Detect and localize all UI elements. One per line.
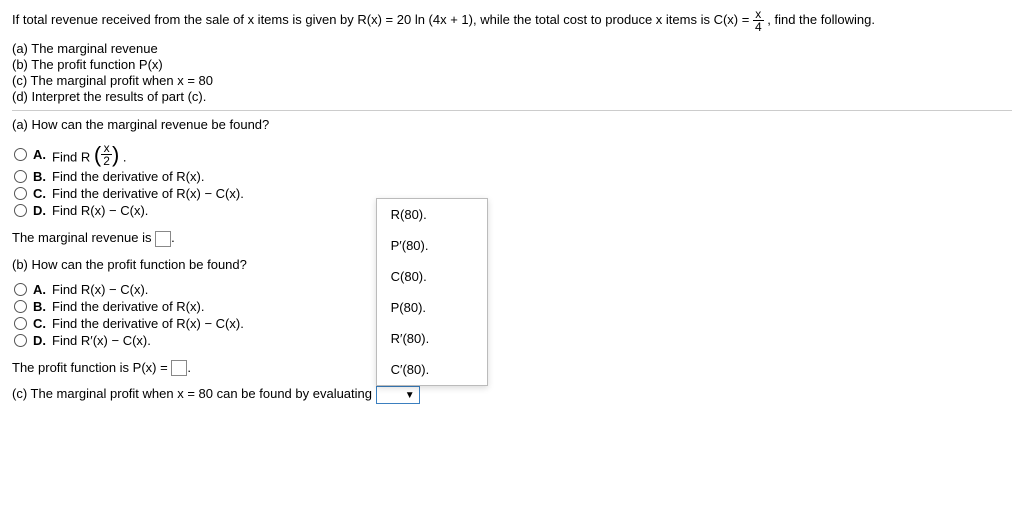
answer-b: The profit function is P(x) = . [12,360,432,377]
part-b: (b) The profit function P(x) [12,57,1012,72]
dropdown-item[interactable]: R′(80). [377,323,487,354]
option-label: B. [33,169,46,184]
option-a-A[interactable]: A. Find R ( x2 ) . [14,142,1012,167]
option-b-B[interactable]: B. Find the derivative of R(x). [14,299,432,314]
option-a-D[interactable]: D. Find R(x) − C(x). [14,203,1012,218]
cost-fraction: x 4 [753,8,764,33]
option-b-D[interactable]: D. Find R′(x) − C(x). [14,333,432,348]
radio-icon [14,317,27,330]
option-text: Find the derivative of R(x) − C(x). [52,316,244,331]
part-list: (a) The marginal revenue (b) The profit … [12,41,1012,104]
option-text: Find R(x) − C(x). [52,203,148,218]
question-a-options: A. Find R ( x2 ) . B. Find the derivativ… [14,142,1012,218]
option-text: Find the derivative of R(x). [52,299,204,314]
option-a-C[interactable]: C. Find the derivative of R(x) − C(x). [14,186,1012,201]
part-c: (c) The marginal profit when x = 80 [12,73,1012,88]
option-label: A. [33,282,46,297]
dropdown-select[interactable]: ▼ [376,386,420,404]
question-c-prompt: (c) The marginal profit when x = 80 can … [12,386,432,404]
chevron-down-icon: ▼ [405,390,415,401]
option-label: D. [33,203,46,218]
option-text: Find the derivative of R(x). [52,169,204,184]
question-a-prompt: (a) How can the marginal revenue be foun… [12,117,1012,132]
option-label: B. [33,299,46,314]
answer-input[interactable] [171,360,187,376]
dropdown-list: R(80). P′(80). C(80). P(80). R′(80). C′(… [376,198,488,386]
part-d: (d) Interpret the results of part (c). [12,89,1012,104]
radio-icon [14,283,27,296]
option-b-C[interactable]: C. Find the derivative of R(x) − C(x). [14,316,432,331]
option-text: Find R(x) − C(x). [52,282,148,297]
option-label: C. [33,186,46,201]
option-label: D. [33,333,46,348]
dropdown-item[interactable]: C(80). [377,261,487,292]
dropdown-item[interactable]: C′(80). [377,354,487,385]
option-a-B[interactable]: B. Find the derivative of R(x). [14,169,1012,184]
option-b-A[interactable]: A. Find R(x) − C(x). [14,282,432,297]
option-text: Find the derivative of R(x) − C(x). [52,186,244,201]
question-b-options: A. Find R(x) − C(x). B. Find the derivat… [14,282,432,348]
dropdown-item[interactable]: R(80). [377,199,487,230]
option-text: Find R′(x) − C(x). [52,333,151,348]
radio-icon [14,334,27,347]
option-label: C. [33,316,46,331]
answer-a: The marginal revenue is . [12,230,1012,247]
dropdown-item[interactable]: P′(80). [377,230,487,261]
option-label: A. [33,147,46,162]
problem-statement: If total revenue received from the sale … [12,8,1012,33]
intro-text-post: , find the following. [767,12,875,27]
radio-icon [14,170,27,183]
divider [12,110,1012,111]
answer-input[interactable] [155,231,171,247]
radio-icon [14,204,27,217]
part-a: (a) The marginal revenue [12,41,1012,56]
intro-text-pre: If total revenue received from the sale … [12,12,753,27]
question-b-prompt: (b) How can the profit function be found… [12,257,432,272]
radio-icon [14,300,27,313]
radio-icon [14,148,27,161]
dropdown-item[interactable]: P(80). [377,292,487,323]
option-text: Find R ( x2 ) . [52,142,127,167]
radio-icon [14,187,27,200]
